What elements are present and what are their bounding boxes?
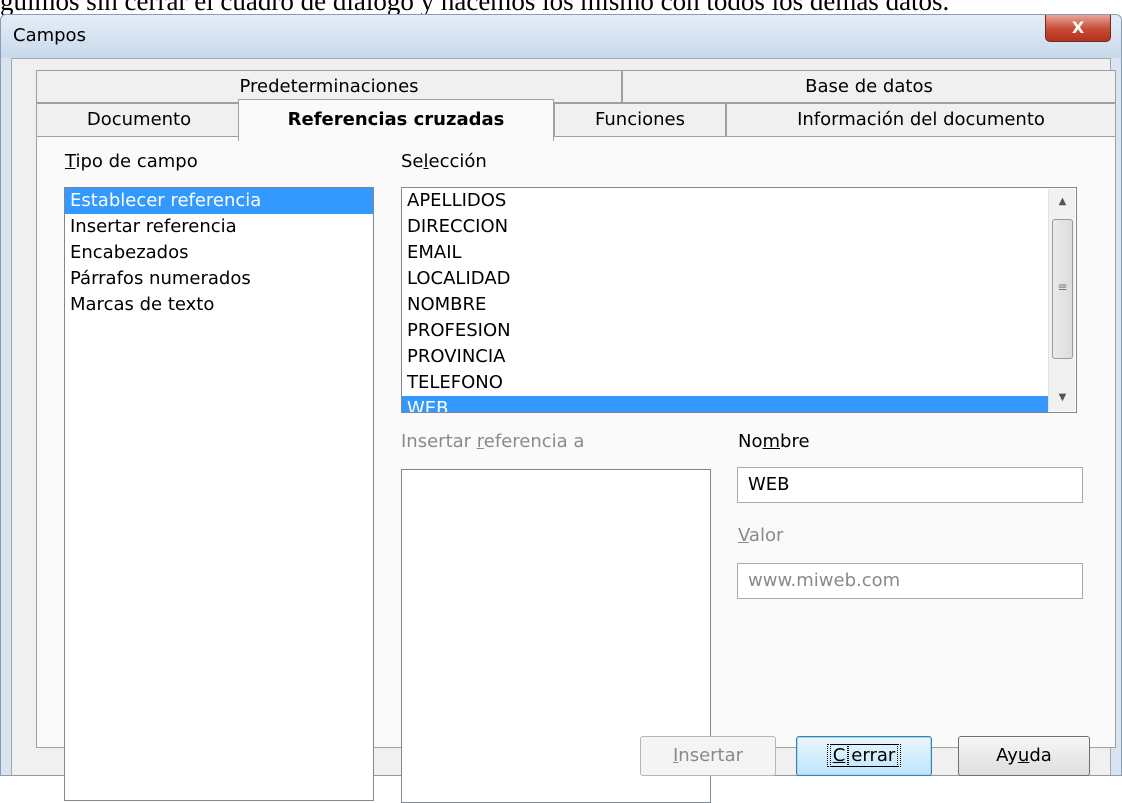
list-item[interactable]: Encabezados [65, 240, 373, 266]
list-item[interactable]: Párrafos numerados [65, 266, 373, 292]
list-item[interactable]: Establecer referencia [65, 188, 373, 214]
list-item[interactable]: EMAIL [402, 240, 1076, 266]
grip-icon: ≡ [1057, 280, 1068, 294]
nombre-field[interactable]: WEB [737, 467, 1083, 503]
scroll-down-icon[interactable]: ▼ [1049, 387, 1076, 409]
nombre-label: Nombre [738, 431, 810, 452]
tab-panel: Tipo de campo Establecer referencia Inse… [36, 136, 1116, 803]
tipo-de-campo-list[interactable]: Establecer referencia Insertar referenci… [64, 187, 374, 801]
seleccion-scrollbar[interactable]: ▲ ≡ ▼ [1048, 189, 1075, 411]
dialog-client-area: Predeterminaciones Base de datos Documen… [11, 58, 1116, 803]
tipo-de-campo-label: Tipo de campo [65, 151, 198, 172]
close-button[interactable]: X [1045, 15, 1111, 42]
valor-label: Valor [738, 525, 784, 546]
insertar-button[interactable]: Insertar [640, 736, 776, 776]
list-item[interactable]: TELEFONO [402, 370, 1076, 396]
valor-field[interactable]: www.miweb.com [737, 563, 1083, 599]
close-icon: X [1071, 18, 1085, 37]
seleccion-label: Selección [401, 151, 487, 172]
title-bar: Campos X [1, 15, 1121, 58]
list-item[interactable]: Marcas de texto [65, 292, 373, 318]
tab-referencias-cruzadas[interactable]: Referencias cruzadas [238, 99, 554, 141]
list-item[interactable]: DIRECCION [402, 214, 1076, 240]
tab-base-de-datos[interactable]: Base de datos [622, 70, 1116, 103]
scroll-up-icon[interactable]: ▲ [1049, 191, 1076, 213]
list-item[interactable]: NOMBRE [402, 292, 1076, 318]
list-item[interactable]: APELLIDOS [402, 188, 1076, 214]
tab-funciones[interactable]: Funciones [554, 103, 726, 137]
list-item[interactable]: PROFESION [402, 318, 1076, 344]
tab-informacion-del-documento[interactable]: Información del documento [726, 103, 1116, 137]
list-item[interactable]: WEB [402, 396, 1048, 412]
window-title: Campos [13, 25, 86, 46]
scroll-thumb[interactable]: ≡ [1052, 219, 1073, 359]
list-item[interactable]: Insertar referencia [65, 214, 373, 240]
cerrar-button[interactable]: Cerrar [796, 736, 932, 776]
insertar-referencia-a-label: Insertar referencia a [401, 431, 585, 452]
tab-documento[interactable]: Documento [36, 103, 242, 137]
list-item[interactable]: LOCALIDAD [402, 266, 1076, 292]
campos-dialog: Campos X Predeterminaciones Base de dato… [0, 14, 1122, 803]
list-item[interactable]: PROVINCIA [402, 344, 1076, 370]
seleccion-list[interactable]: APELLIDOS DIRECCION EMAIL LOCALIDAD NOMB… [401, 187, 1077, 413]
ayuda-button[interactable]: Ayuda [958, 736, 1090, 776]
